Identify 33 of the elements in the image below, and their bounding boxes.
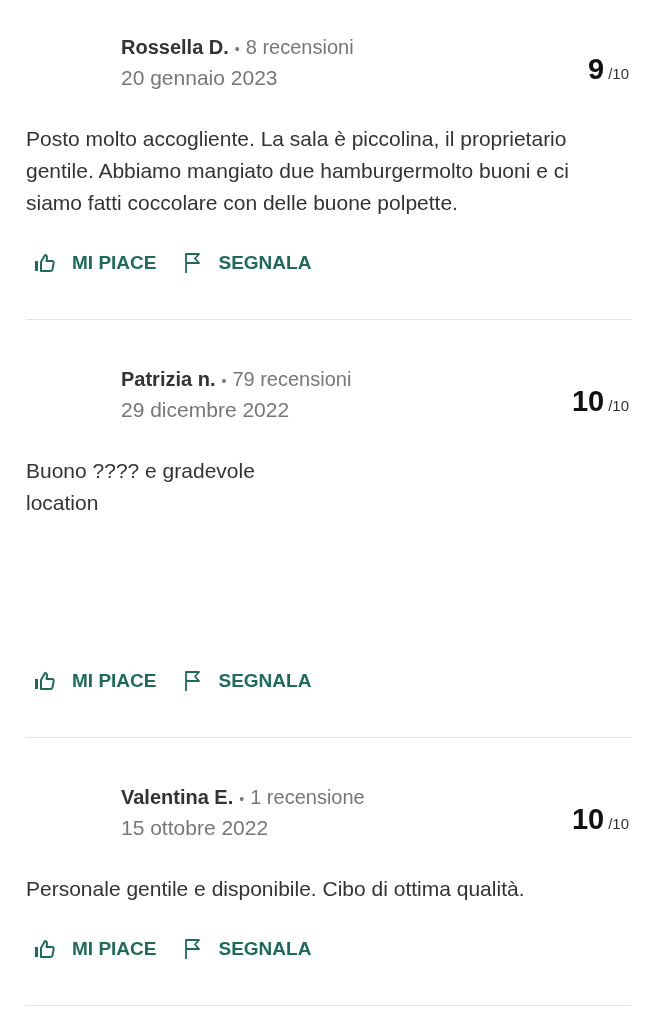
report-button[interactable]: SEGNALA xyxy=(184,248,312,278)
separator-dot: • xyxy=(239,790,245,809)
reviewer-name[interactable]: Rossella D. xyxy=(121,32,229,62)
review-date: 20 gennaio 2023 xyxy=(121,65,279,91)
score: 10 xyxy=(571,802,605,837)
review-date: 29 dicembre 2022 xyxy=(121,397,291,423)
flag-icon xyxy=(184,670,203,692)
review-text: Buono ???? e gradevole location xyxy=(26,458,256,516)
score-max: /10 xyxy=(608,396,629,416)
review-date: 15 ottobre 2022 xyxy=(121,815,270,841)
score-max: /10 xyxy=(608,64,629,84)
flag-icon xyxy=(184,938,203,960)
report-button[interactable]: SEGNALA xyxy=(184,934,312,964)
separator-dot: • xyxy=(221,372,227,391)
flag-icon xyxy=(184,252,203,274)
like-button[interactable]: MI PIACE xyxy=(34,934,157,964)
separator-dot: • xyxy=(234,40,240,59)
report-button[interactable]: SEGNALA xyxy=(184,666,312,696)
thumbs-up-icon xyxy=(34,671,56,691)
review-count: 8 recensioni xyxy=(245,35,354,60)
review-count: 1 recensione xyxy=(250,785,365,810)
score: 10 xyxy=(571,384,605,419)
review-count: 79 recensioni xyxy=(232,367,352,392)
like-button[interactable]: MI PIACE xyxy=(34,248,157,278)
reviewer-name[interactable]: Valentina E. xyxy=(121,782,234,812)
score: 9 xyxy=(588,52,605,87)
review-text: Posto molto accogliente. La sala è piccolina, il proprietario gentile. Abbiamo mangiato due hamburgermolto buoni e ci siamo fatti coccolare con delle buone polpette. xyxy=(26,126,570,216)
score-max: /10 xyxy=(608,814,629,834)
reviewer-name[interactable]: Patrizia n. xyxy=(121,364,216,394)
like-button[interactable]: MI PIACE xyxy=(34,666,157,696)
review-text: Personale gentile e disponibile. Cibo di ottima qualità. xyxy=(26,876,526,902)
thumbs-up-icon xyxy=(34,939,56,959)
thumbs-up-icon xyxy=(34,253,56,273)
